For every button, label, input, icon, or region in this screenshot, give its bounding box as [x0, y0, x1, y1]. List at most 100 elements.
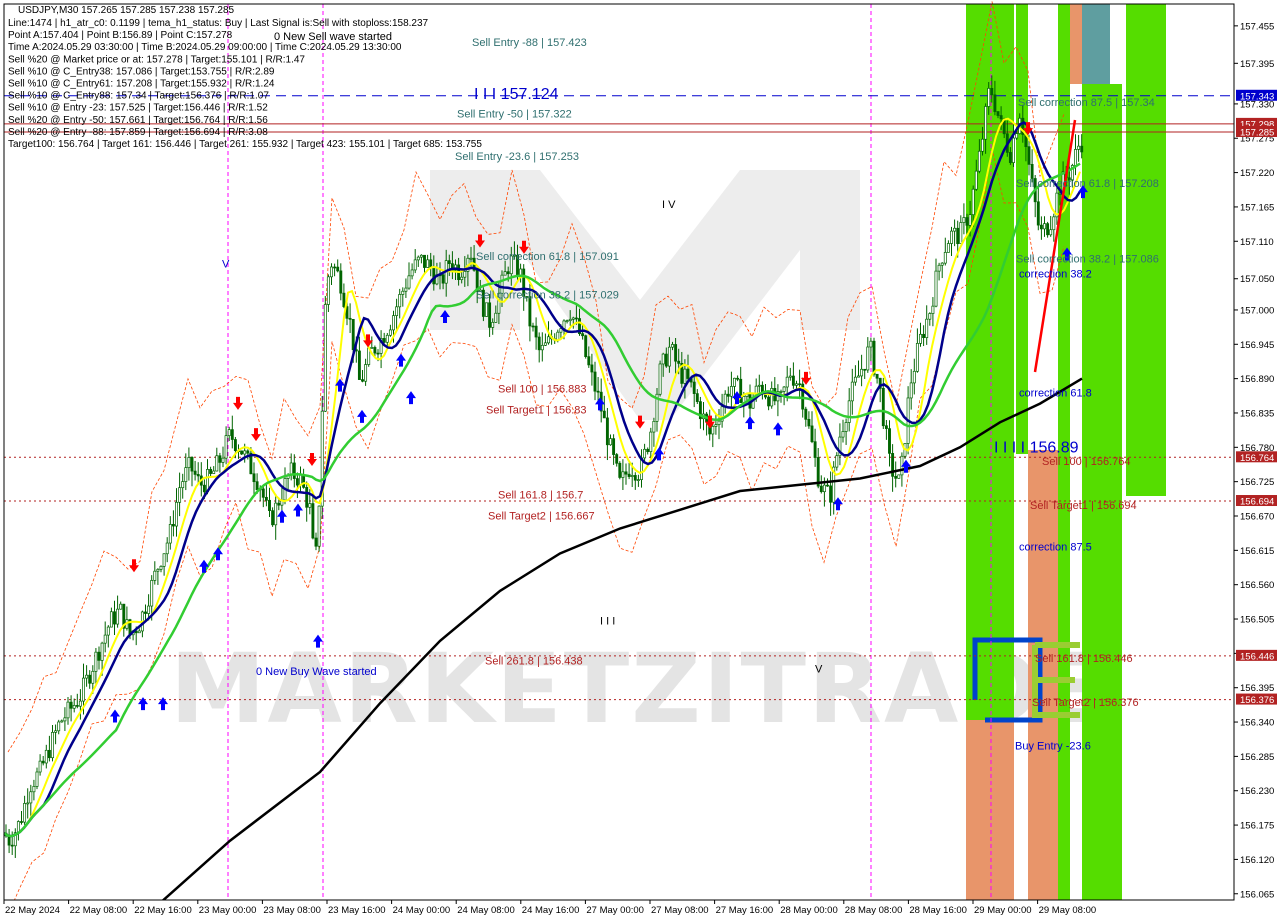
price-label: 157.285	[1240, 128, 1274, 139]
chart-annotation: Sell Entry -23.6 | 157.253	[455, 151, 579, 163]
candle-body	[1043, 223, 1046, 230]
candle-body	[729, 386, 733, 397]
chart-annotation: Sell 161.8 | 156.446	[1035, 653, 1133, 665]
x-tick-label: 23 May 00:00	[199, 905, 257, 916]
candle-body	[602, 410, 606, 419]
candle-body	[103, 634, 107, 644]
chart-annotation: V	[815, 664, 823, 676]
candle-body	[841, 431, 845, 438]
x-tick-label: 27 May 08:00	[651, 905, 709, 916]
chart-annotation: Sell Target2 | 156.376	[1032, 697, 1139, 709]
candle-body	[853, 376, 857, 383]
candle-body	[153, 570, 157, 581]
price-chart[interactable]: MARKETZITRADE Sell Entry -88 | 157.423I …	[0, 0, 1280, 920]
zone-green-5	[1126, 4, 1166, 496]
y-tick-label: 156.175	[1240, 821, 1274, 832]
y-tick-label: 157.395	[1240, 59, 1274, 70]
candle-body	[196, 474, 200, 477]
candle-body	[336, 266, 340, 272]
candle-body	[224, 435, 228, 459]
candle-body	[66, 701, 70, 719]
candle-body	[919, 333, 922, 344]
candle-body	[41, 760, 45, 764]
candle-body	[996, 111, 1000, 116]
candle-body	[968, 214, 972, 226]
candle-body	[264, 496, 268, 501]
candle-body	[667, 346, 671, 367]
candle-body	[159, 565, 163, 570]
chart-annotation: Sell correction 61.8 | 157.208	[1016, 178, 1159, 190]
candle-body	[674, 344, 678, 362]
candle-body	[162, 553, 166, 567]
info-line: Sell %10 @ C_Entry88: 157.34 | Target:15…	[8, 91, 269, 102]
candle-body	[547, 336, 550, 344]
candle-body	[819, 485, 823, 493]
candle-body	[10, 844, 14, 847]
price-label: 157.343	[1240, 91, 1274, 102]
candle-body	[587, 356, 591, 366]
candle-body	[1074, 149, 1077, 166]
candle-body	[984, 106, 988, 140]
x-tick-label: 28 May 16:00	[909, 905, 967, 916]
price-label: 156.446	[1240, 651, 1274, 662]
chart-annotation: Sell 100 | 156.883	[498, 383, 586, 395]
candle-body	[184, 467, 188, 482]
y-tick-label: 156.670	[1240, 512, 1274, 523]
candle-body	[88, 674, 92, 684]
candle-body	[959, 222, 963, 245]
candle-body	[661, 353, 665, 365]
y-tick-label: 157.220	[1240, 168, 1274, 179]
candle-body	[649, 431, 653, 453]
zone-green-4	[1082, 84, 1122, 900]
candle-body	[1027, 146, 1031, 165]
candle-body	[584, 335, 588, 358]
candle-body	[29, 791, 33, 804]
candle-body	[866, 346, 870, 371]
candle-body	[326, 276, 330, 305]
candle-body	[540, 344, 544, 351]
price-label: 156.694	[1240, 497, 1274, 508]
chart-annotation: I I I I 156.89	[994, 439, 1079, 456]
y-tick-label: 157.050	[1240, 274, 1274, 285]
info-line: Time A:2024.05.29 03:30:00 | Time B:2024…	[8, 42, 402, 53]
candle-body	[178, 487, 182, 503]
candle-body	[150, 580, 154, 607]
candle-body	[243, 450, 247, 455]
candle-body	[974, 170, 978, 190]
candle-body	[295, 478, 299, 486]
candle-body	[404, 287, 408, 292]
candle-body	[788, 375, 792, 378]
y-tick-label: 156.340	[1240, 718, 1274, 729]
candle-body	[190, 457, 194, 472]
candle-body	[370, 347, 374, 349]
candle-body	[302, 474, 306, 488]
info-line: Sell %10 @ C_Entry61: 157.208 | Target:1…	[8, 79, 275, 90]
candle-body	[723, 393, 727, 408]
candle-body	[813, 441, 817, 458]
candle-body	[937, 264, 941, 272]
y-tick-label: 156.285	[1240, 752, 1274, 763]
candle-body	[57, 721, 61, 732]
zone-orange-3	[1070, 4, 1082, 84]
candle-body	[726, 393, 730, 397]
x-tick-label: 24 May 00:00	[393, 905, 451, 916]
candle-body	[85, 674, 89, 679]
candle-body	[686, 368, 690, 379]
y-tick-label: 156.945	[1240, 340, 1274, 351]
candle-body	[233, 439, 237, 451]
y-tick-label: 156.560	[1240, 580, 1274, 591]
x-tick-label: 27 May 16:00	[716, 905, 774, 916]
candle-body	[934, 270, 938, 307]
candle-body	[1012, 137, 1015, 163]
candle-body	[78, 700, 82, 707]
candle-body	[60, 720, 64, 723]
candle-body	[897, 474, 901, 479]
candle-body	[44, 749, 48, 764]
candle-body	[950, 230, 953, 244]
candle-body	[423, 254, 426, 268]
candle-body	[271, 510, 275, 526]
candle-body	[113, 611, 116, 625]
candle-body	[946, 243, 950, 253]
candle-body	[382, 338, 386, 343]
candle-body	[636, 479, 640, 481]
